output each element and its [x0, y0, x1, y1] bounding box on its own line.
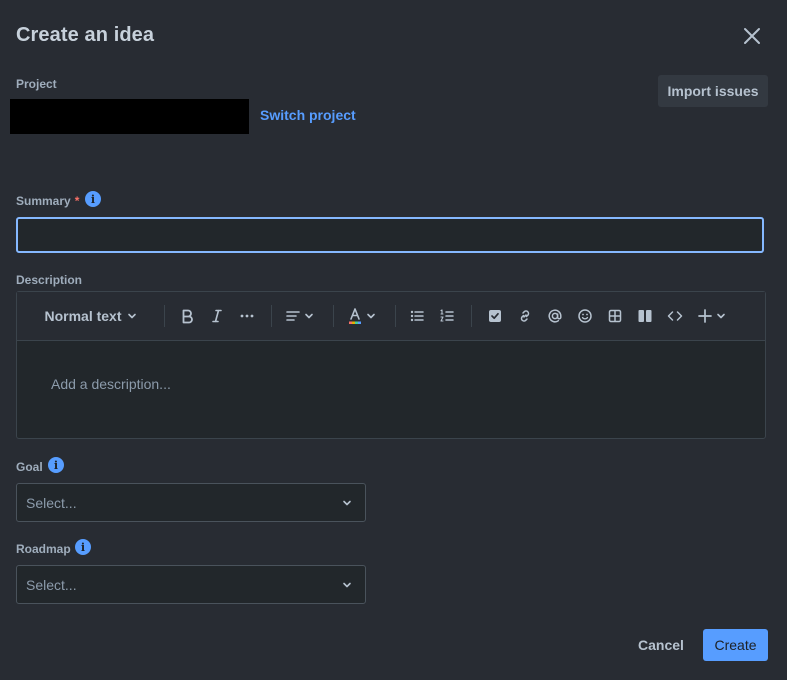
table-button[interactable] — [603, 304, 627, 328]
link-icon — [520, 310, 530, 322]
chevron-down-icon — [343, 500, 351, 506]
emoji-button[interactable] — [573, 304, 597, 328]
roadmap-label: Roadmap — [16, 542, 71, 556]
import-issues-button[interactable]: Import issues — [658, 75, 768, 107]
plus-icon — [698, 309, 712, 323]
text-style-label: Normal text — [44, 308, 122, 324]
summary-label: Summary * — [16, 194, 79, 208]
toolbar-separator — [164, 305, 165, 327]
action-item-button[interactable] — [483, 304, 507, 328]
align-left-icon — [286, 311, 300, 321]
roadmap-select[interactable]: Select... — [16, 565, 366, 604]
link-button[interactable] — [513, 304, 537, 328]
close-button[interactable] — [738, 22, 766, 50]
alignment-dropdown[interactable] — [283, 304, 317, 328]
required-mark: * — [74, 194, 80, 208]
text-color-icon — [349, 308, 361, 324]
text-style-dropdown[interactable]: Normal text — [39, 304, 143, 328]
code-snippet-button[interactable] — [663, 304, 687, 328]
more-icon — [240, 314, 254, 318]
numbered-list-icon — [440, 309, 454, 322]
italic-button[interactable] — [205, 304, 229, 328]
project-name-redacted — [10, 99, 249, 134]
code-icon — [667, 311, 683, 321]
toolbar-separator — [471, 305, 472, 327]
chevron-down-icon — [127, 313, 136, 319]
description-input[interactable]: Add a description... — [51, 376, 171, 392]
chevron-down-icon — [367, 313, 375, 319]
mention-icon — [548, 309, 562, 323]
mention-button[interactable] — [543, 304, 567, 328]
info-icon[interactable]: i — [85, 191, 101, 207]
toolbar-separator — [333, 305, 334, 327]
goal-label: Goal — [16, 460, 43, 474]
table-icon — [608, 309, 622, 323]
create-button[interactable]: Create — [703, 629, 768, 661]
project-label: Project — [16, 77, 57, 91]
toolbar-separator — [395, 305, 396, 327]
editor-toolbar: Normal text — [17, 292, 765, 341]
chevron-down-icon — [717, 313, 725, 319]
switch-project-link[interactable]: Switch project — [260, 107, 356, 123]
text-color-dropdown[interactable] — [345, 304, 379, 328]
close-icon — [744, 28, 760, 44]
layout-button[interactable] — [633, 304, 657, 328]
bullet-list-button[interactable] — [405, 304, 429, 328]
emoji-icon — [578, 309, 592, 323]
layout-icon — [638, 310, 652, 322]
summary-input[interactable] — [16, 217, 764, 253]
roadmap-select-value: Select... — [26, 577, 77, 593]
dialog-title: Create an idea — [16, 24, 155, 46]
cancel-button[interactable]: Cancel — [630, 629, 692, 661]
goal-select-value: Select... — [26, 495, 77, 511]
summary-label-text: Summary — [16, 194, 71, 208]
bold-button[interactable] — [175, 304, 199, 328]
more-formatting-button[interactable] — [235, 304, 259, 328]
bullet-list-icon — [410, 310, 424, 322]
goal-select[interactable]: Select... — [16, 483, 366, 522]
info-icon[interactable]: i — [75, 539, 91, 555]
bold-icon — [182, 309, 193, 324]
checkbox-icon — [489, 310, 501, 322]
insert-dropdown[interactable] — [695, 304, 729, 328]
info-icon[interactable]: i — [48, 457, 64, 473]
chevron-down-icon — [343, 582, 351, 588]
description-label: Description — [16, 273, 83, 287]
chevron-down-icon — [305, 313, 313, 319]
numbered-list-button[interactable] — [435, 304, 459, 328]
description-editor: Normal text Add a description... — [16, 291, 766, 439]
toolbar-separator — [271, 305, 272, 327]
italic-icon — [212, 309, 222, 323]
